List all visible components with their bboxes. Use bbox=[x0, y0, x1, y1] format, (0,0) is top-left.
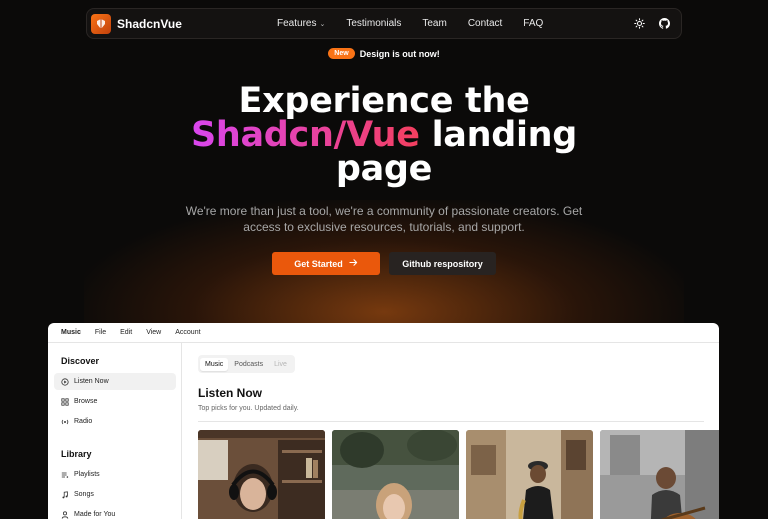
sidebar-item-label: Songs bbox=[74, 491, 94, 498]
sidebar-item-songs[interactable]: Songs bbox=[54, 486, 176, 503]
sidebar-item-listen-now[interactable]: Listen Now bbox=[54, 373, 176, 390]
radio-icon bbox=[61, 418, 69, 426]
app-sidebar: Discover Listen Now Browse Radio Library… bbox=[48, 343, 182, 519]
brand-name: ShadcnVue bbox=[117, 16, 182, 31]
tab-podcasts[interactable]: Podcasts bbox=[229, 358, 268, 371]
album-cover-image bbox=[332, 430, 459, 519]
announcement-text: Design is out now! bbox=[359, 48, 440, 59]
sidebar-item-label: Listen Now bbox=[74, 378, 109, 385]
menu-edit[interactable]: Edit bbox=[120, 329, 132, 336]
album-card[interactable] bbox=[600, 430, 719, 519]
sidebar-item-made-for-you[interactable]: Made for You bbox=[54, 506, 176, 519]
sidebar-item-radio[interactable]: Radio bbox=[54, 413, 176, 430]
navbar: ShadcnVue Features ⌄ Testimonials Team Co… bbox=[86, 8, 682, 39]
get-started-button[interactable]: Get Started bbox=[272, 252, 380, 275]
hero-headline: Experience the Shadcn/Vue landing page bbox=[0, 81, 768, 189]
album-card[interactable] bbox=[332, 430, 459, 519]
grid-icon bbox=[61, 397, 69, 406]
album-card[interactable] bbox=[198, 430, 325, 519]
sun-icon[interactable] bbox=[633, 17, 646, 30]
brand[interactable]: ShadcnVue bbox=[91, 13, 182, 34]
chevron-down-icon: ⌄ bbox=[319, 20, 326, 28]
nav-link-features[interactable]: Features ⌄ bbox=[277, 18, 325, 29]
headline-line-3: page bbox=[335, 149, 433, 189]
brand-logo-icon bbox=[91, 13, 111, 34]
get-started-label: Get Started bbox=[294, 258, 343, 269]
arrow-right-icon bbox=[349, 258, 358, 269]
hero-subtitle: We're more than just a tool, we're a com… bbox=[185, 204, 583, 234]
content-tabs: Music Podcasts Live bbox=[198, 355, 295, 373]
user-icon bbox=[61, 510, 69, 519]
album-card[interactable] bbox=[466, 430, 593, 519]
sidebar-item-label: Playlists bbox=[74, 471, 100, 478]
nav-link-contact[interactable]: Contact bbox=[468, 18, 502, 29]
album-cover-image bbox=[466, 430, 593, 519]
headline-line-1: Experience the bbox=[238, 81, 530, 121]
menu-view[interactable]: View bbox=[146, 329, 161, 336]
album-cover-image bbox=[198, 430, 325, 519]
headline-line-2-rest: landing bbox=[419, 115, 578, 155]
sidebar-item-label: Made for You bbox=[74, 511, 116, 518]
github-repository-button[interactable]: Github respository bbox=[389, 252, 496, 275]
listen-now-title: Listen Now bbox=[198, 386, 263, 400]
nav-link-testimonials[interactable]: Testimonials bbox=[346, 18, 401, 29]
sidebar-item-label: Radio bbox=[74, 418, 93, 425]
app-preview: Music File Edit View Account Discover Li… bbox=[48, 323, 719, 519]
music-note-icon bbox=[61, 490, 69, 499]
sidebar-item-label: Browse bbox=[74, 398, 98, 405]
nav-link-faq[interactable]: FAQ bbox=[523, 18, 543, 29]
announcement[interactable]: New Design is out now! bbox=[0, 48, 768, 59]
divider bbox=[198, 421, 704, 422]
listen-now-subtitle: Top picks for you. Updated daily. bbox=[198, 405, 299, 412]
nav-link-label: Features bbox=[277, 18, 317, 29]
menu-music[interactable]: Music bbox=[61, 329, 81, 336]
new-badge: New bbox=[328, 48, 355, 59]
discover-title: Discover bbox=[61, 356, 100, 366]
playlist-icon bbox=[61, 471, 69, 479]
app-menubar: Music File Edit View Account bbox=[48, 323, 719, 343]
tab-music[interactable]: Music bbox=[200, 357, 229, 371]
library-title: Library bbox=[61, 449, 92, 459]
hero-buttons: Get Started Github respository bbox=[0, 252, 768, 275]
github-icon[interactable] bbox=[658, 17, 671, 30]
nav-link-team[interactable]: Team bbox=[422, 18, 446, 29]
play-circle-icon bbox=[61, 377, 69, 386]
sidebar-item-browse[interactable]: Browse bbox=[54, 393, 176, 410]
tab-live: Live bbox=[274, 360, 287, 368]
nav-links: Features ⌄ Testimonials Team Contact FAQ bbox=[277, 18, 564, 29]
menu-file[interactable]: File bbox=[95, 329, 106, 336]
headline-line-2: Shadcn/Vue landing bbox=[0, 115, 768, 155]
nav-icons bbox=[633, 17, 671, 30]
sidebar-item-playlists[interactable]: Playlists bbox=[54, 466, 176, 483]
album-cover-image bbox=[600, 430, 719, 519]
menu-account[interactable]: Account bbox=[175, 329, 200, 336]
